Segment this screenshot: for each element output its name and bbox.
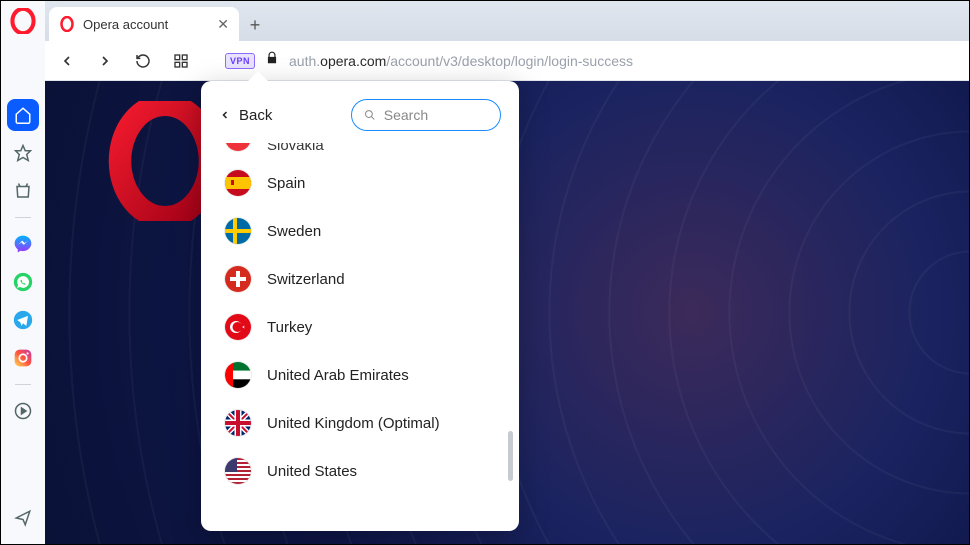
sidebar-home-icon[interactable] (7, 99, 39, 131)
vpn-badge-button[interactable]: VPN (225, 53, 255, 69)
country-item[interactable]: Switzerland (219, 255, 509, 303)
sidebar-bookmarks-icon[interactable] (7, 137, 39, 169)
country-item[interactable]: United Kingdom (Optimal) (219, 399, 509, 447)
country-name: Turkey (267, 319, 312, 336)
flag-icon (225, 218, 251, 244)
tab-bar: Opera account ✕ + (45, 1, 969, 41)
sidebar-shopping-icon[interactable] (7, 175, 39, 207)
sidebar-divider (15, 217, 31, 218)
sidebar-telegram-icon[interactable] (7, 304, 39, 336)
url-prefix: auth. (289, 53, 320, 69)
main-area: Opera account ✕ + VPN aut (45, 1, 969, 544)
country-name: Sweden (267, 223, 321, 240)
speed-dial-button[interactable] (167, 47, 195, 75)
country-item[interactable]: Slovakia (219, 143, 509, 159)
flag-icon (225, 143, 251, 151)
url-host: opera.com (320, 53, 386, 69)
url-path: /account/v3/desktop/login/login-success (386, 53, 633, 69)
nav-forward-button[interactable] (91, 47, 119, 75)
sidebar-send-icon[interactable] (7, 502, 39, 534)
search-input[interactable] (384, 107, 488, 123)
opera-logo-icon (9, 7, 37, 35)
popup-header: Back (201, 81, 519, 143)
country-name: United States (267, 463, 357, 480)
sidebar-instagram-icon[interactable] (7, 342, 39, 374)
search-icon (364, 108, 376, 122)
flag-icon (225, 410, 251, 436)
browser-window: Opera account ✕ + VPN aut (0, 0, 970, 545)
tab-close-icon[interactable]: ✕ (217, 16, 229, 33)
country-name: United Kingdom (Optimal) (267, 415, 440, 432)
vpn-location-popup: Back Slovakia Spain Sweden Switzerland Turke… (201, 81, 519, 531)
country-name: Switzerland (267, 271, 345, 288)
back-label: Back (239, 107, 272, 124)
chevron-left-icon (219, 109, 231, 121)
sidebar-messenger-icon[interactable] (7, 228, 39, 260)
sidebar-player-icon[interactable] (7, 395, 39, 427)
country-item[interactable]: Sweden (219, 207, 509, 255)
tab-title: Opera account (83, 17, 168, 32)
country-name: Spain (267, 175, 305, 192)
flag-icon (225, 458, 251, 484)
country-item[interactable]: Spain (219, 159, 509, 207)
flag-icon (225, 170, 251, 196)
sidebar-divider (15, 384, 31, 385)
address-bar: VPN auth.opera.com/account/v3/desktop/lo… (45, 41, 969, 81)
flag-icon (225, 266, 251, 292)
country-name: Slovakia (267, 143, 324, 154)
country-item[interactable]: United Arab Emirates (219, 351, 509, 399)
popup-back-button[interactable]: Back (219, 107, 272, 124)
tab-favicon-icon (59, 16, 75, 32)
browser-tab[interactable]: Opera account ✕ (49, 7, 239, 41)
country-item[interactable]: United States (219, 447, 509, 495)
country-item[interactable]: Turkey (219, 303, 509, 351)
sidebar-whatsapp-icon[interactable] (7, 266, 39, 298)
nav-reload-button[interactable] (129, 47, 157, 75)
lock-icon (265, 51, 279, 70)
flag-icon (225, 362, 251, 388)
flag-icon (225, 314, 251, 340)
search-field-wrap[interactable] (351, 99, 501, 131)
new-tab-button[interactable]: + (239, 9, 271, 41)
country-name: United Arab Emirates (267, 367, 409, 384)
nav-back-button[interactable] (53, 47, 81, 75)
url-text[interactable]: auth.opera.com/account/v3/desktop/login/… (289, 53, 633, 69)
country-list[interactable]: Slovakia Spain Sweden Switzerland Turkey Unit… (201, 143, 519, 531)
scrollbar-thumb[interactable] (508, 431, 513, 481)
app-sidebar (1, 1, 45, 544)
